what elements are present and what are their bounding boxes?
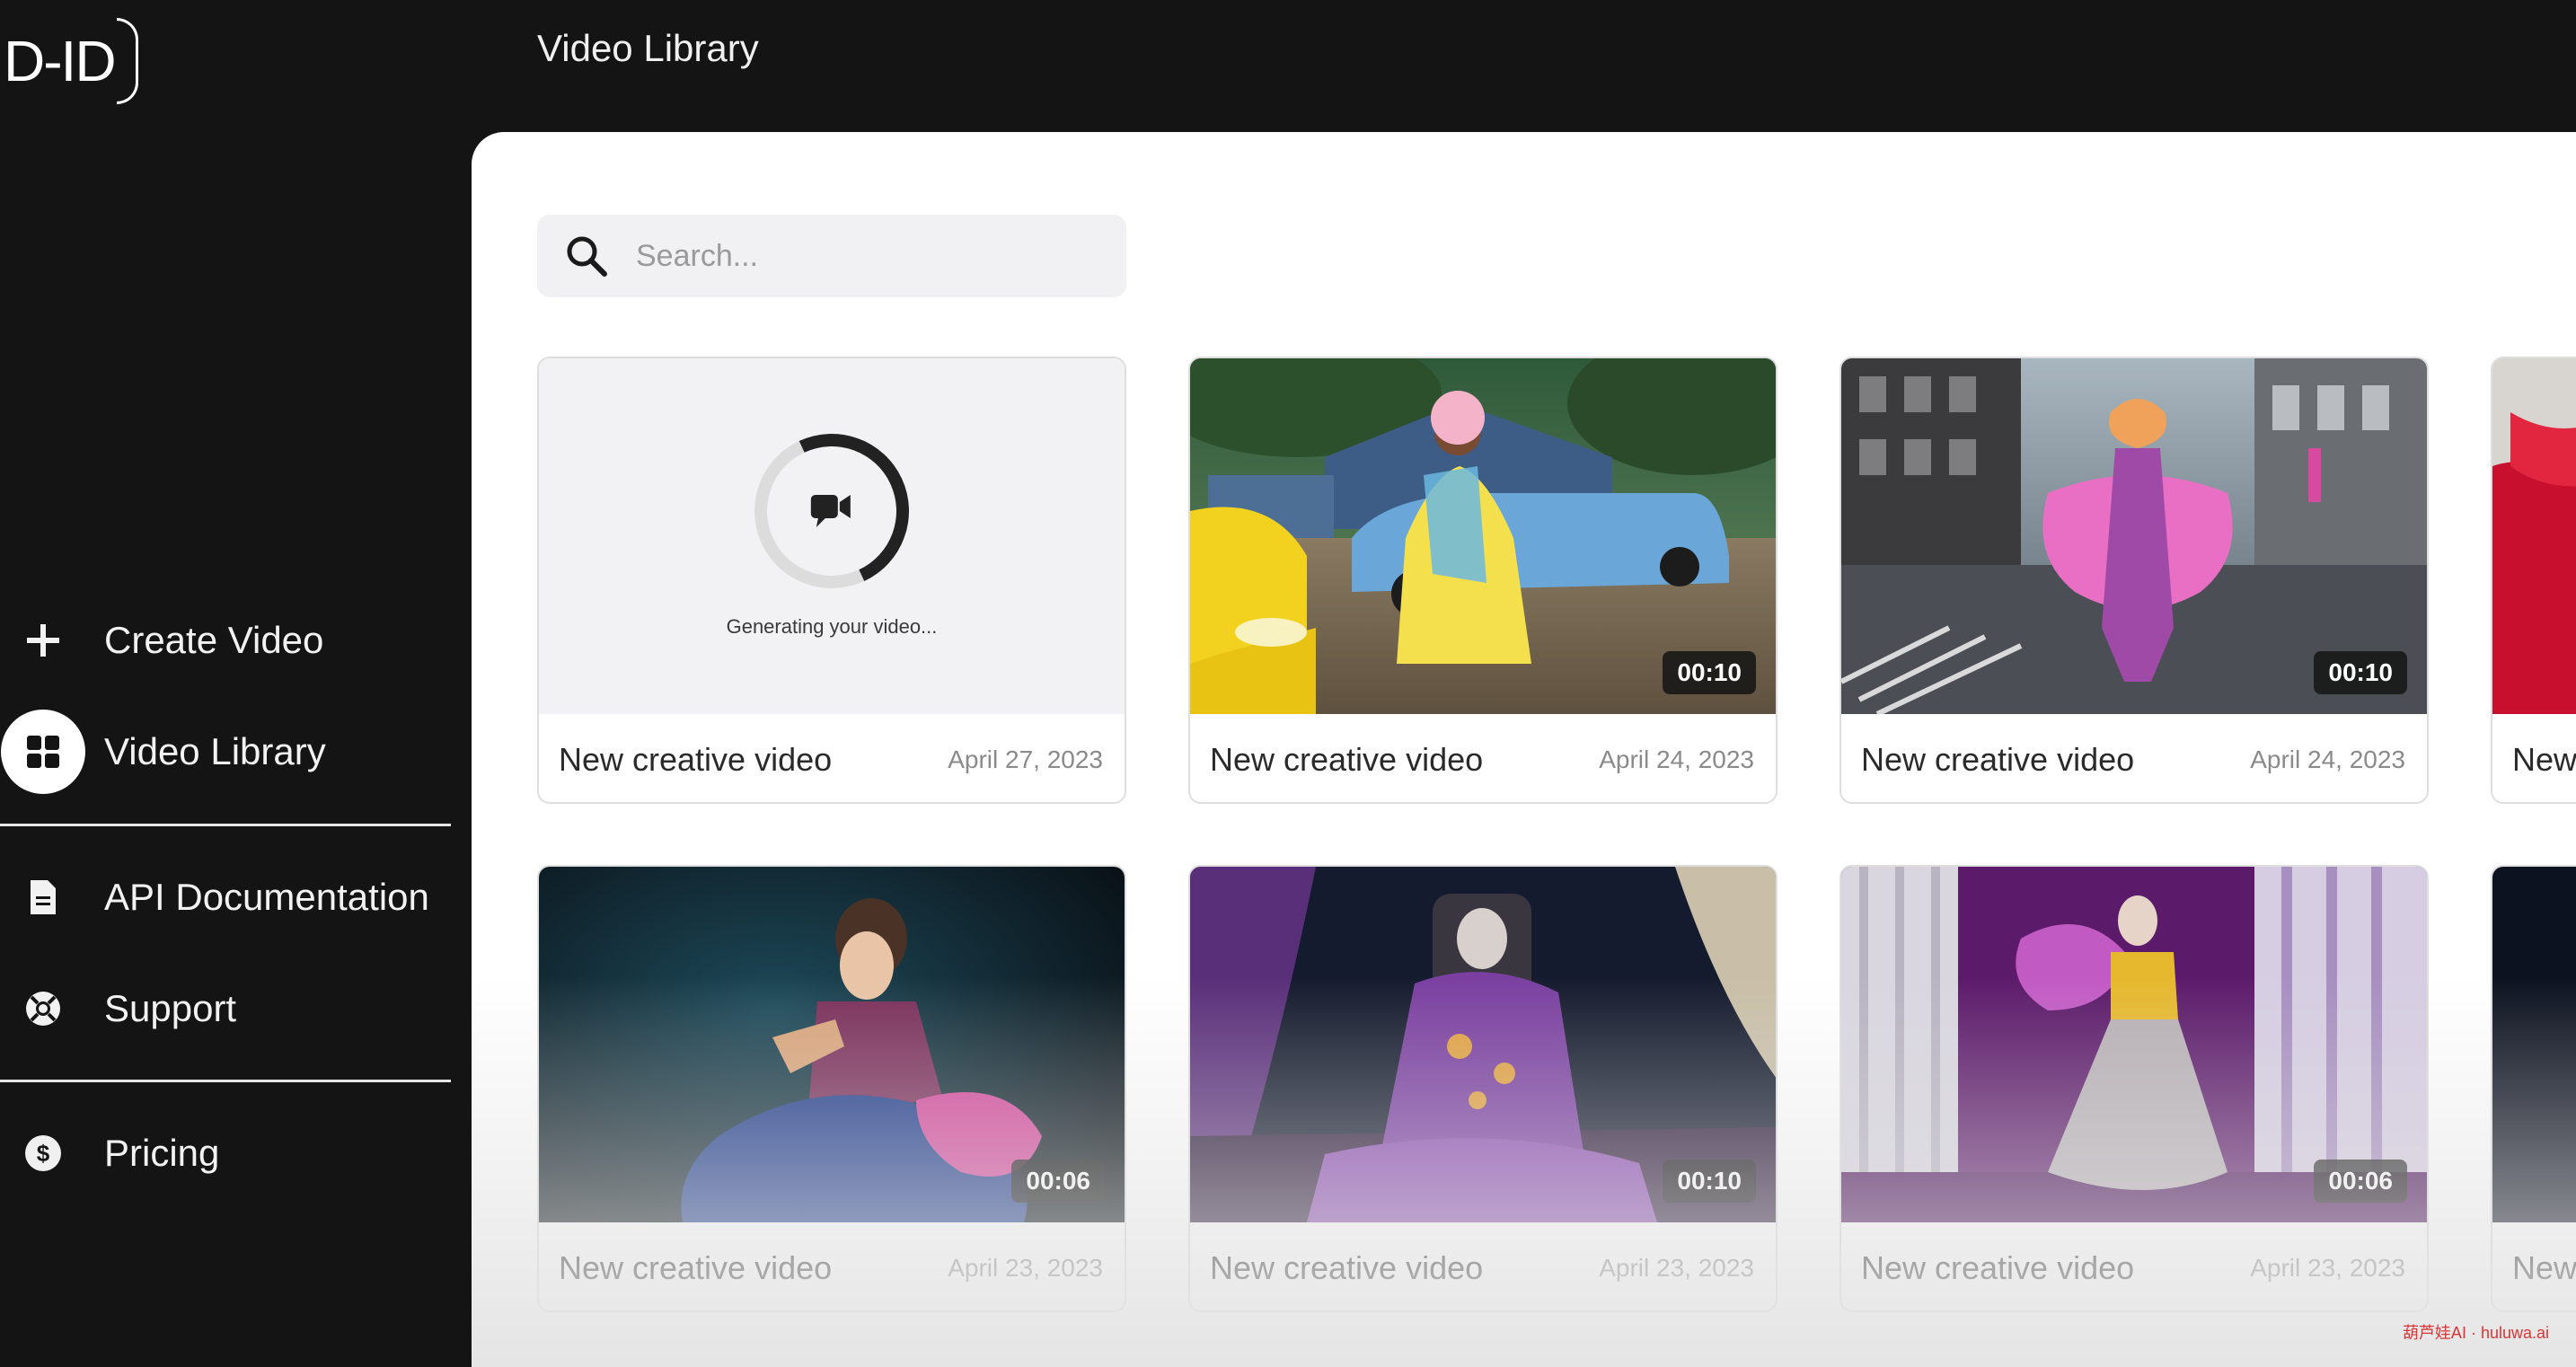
card-footer: New creative video April 24, 2023 (1190, 714, 1776, 802)
app-window: D-ID Video Library Create Video Video Li… (0, 0, 2576, 1367)
sidebar-item-api-documentation[interactable]: API Documentation (0, 854, 454, 940)
video-card[interactable]: Generating your video... New creative vi… (537, 357, 1126, 804)
video-title: New creative video (1861, 1249, 2135, 1286)
sidebar-item-label: Pricing (104, 1132, 220, 1174)
video-title: New (2512, 1249, 2576, 1286)
sidebar-item-label: Video Library (104, 730, 326, 772)
plus-icon (0, 597, 86, 684)
sidebar-item-label: Create Video (104, 619, 324, 661)
sidebar: Create Video Video Library API Documenta… (0, 0, 454, 1367)
video-thumbnail: 00:06 (539, 867, 1125, 1222)
video-date: April 23, 2023 (1599, 1254, 1754, 1282)
lifebuoy-icon (0, 966, 86, 1052)
video-card-partial[interactable]: New (2491, 357, 2576, 804)
video-date: April 24, 2023 (2250, 745, 2405, 773)
duration-badge: 00:06 (2314, 1160, 2407, 1203)
video-title: New (2512, 741, 2576, 778)
video-card[interactable]: 00:06 New creative video April 23, 2023 (537, 865, 1126, 1312)
document-icon (0, 854, 86, 940)
video-title: New creative video (1210, 1249, 1484, 1286)
video-title: New creative video (1210, 741, 1484, 778)
search-input[interactable] (636, 238, 1103, 274)
video-card[interactable]: 00:10 New creative video April 24, 2023 (1188, 357, 1778, 804)
grid-icon-wrapper (0, 709, 86, 795)
video-thumbnail: 00:10 (1841, 358, 2427, 714)
video-card[interactable]: 00:10 New creative video April 23, 2023 (1188, 865, 1778, 1312)
loading-spinner (732, 411, 931, 611)
card-footer: New creative video April 23, 2023 (1841, 1222, 2427, 1310)
video-card[interactable]: 00:10 New creative video April 24, 2023 (1839, 357, 2429, 804)
video-thumbnail: 00:10 (1190, 358, 1776, 714)
sidebar-divider (0, 824, 451, 826)
video-thumbnail (2492, 867, 2576, 1222)
sidebar-item-pricing[interactable]: $ Pricing (0, 1110, 454, 1196)
video-card-partial[interactable]: New (2491, 865, 2576, 1312)
card-footer: New creative video April 23, 2023 (1190, 1222, 1776, 1310)
sidebar-item-label: API Documentation (104, 876, 429, 918)
video-date: April 27, 2023 (948, 745, 1103, 773)
duration-badge: 00:10 (2314, 651, 2407, 694)
duration-badge: 00:10 (1663, 651, 1756, 694)
video-title: New creative video (559, 741, 833, 778)
card-footer: New creative video April 24, 2023 (1841, 714, 2427, 802)
sidebar-item-video-library[interactable]: Video Library (0, 709, 454, 795)
video-thumbnail (2492, 358, 2576, 714)
search-icon (537, 215, 636, 297)
sidebar-item-label: Support (104, 987, 237, 1029)
card-footer: New (2492, 1222, 2576, 1310)
sidebar-item-create-video[interactable]: Create Video (0, 597, 454, 684)
search-bar[interactable] (537, 215, 1126, 297)
duration-badge: 00:06 (1011, 1160, 1105, 1203)
video-card[interactable]: 00:06 New creative video April 23, 2023 (1839, 865, 2429, 1312)
video-title: New creative video (559, 1249, 833, 1286)
page-title: Video Library (537, 27, 759, 69)
video-date: April 24, 2023 (1599, 745, 1754, 773)
video-camera-icon (809, 489, 854, 534)
sidebar-item-support[interactable]: Support (0, 966, 454, 1052)
video-library-panel: Generating your video... New creative vi… (472, 132, 2576, 1367)
sidebar-divider (0, 1080, 451, 1082)
card-footer: New creative video April 27, 2023 (539, 714, 1125, 802)
video-date: April 23, 2023 (2250, 1254, 2405, 1282)
card-footer: New creative video April 23, 2023 (539, 1222, 1125, 1310)
dollar-icon: $ (0, 1110, 86, 1196)
video-title: New creative video (1861, 741, 2135, 778)
video-date: April 23, 2023 (948, 1254, 1103, 1282)
grid-icon (1, 710, 85, 794)
video-thumbnail: 00:06 (1841, 867, 2427, 1222)
video-thumbnail: 00:10 (1190, 867, 1776, 1222)
duration-badge: 00:10 (1663, 1160, 1756, 1203)
generating-status-text: Generating your video... (726, 615, 938, 638)
card-footer: New (2492, 714, 2576, 802)
watermark: 葫芦娃AI · huluwa.ai (2402, 1324, 2549, 1342)
generating-placeholder: Generating your video... (539, 358, 1125, 714)
